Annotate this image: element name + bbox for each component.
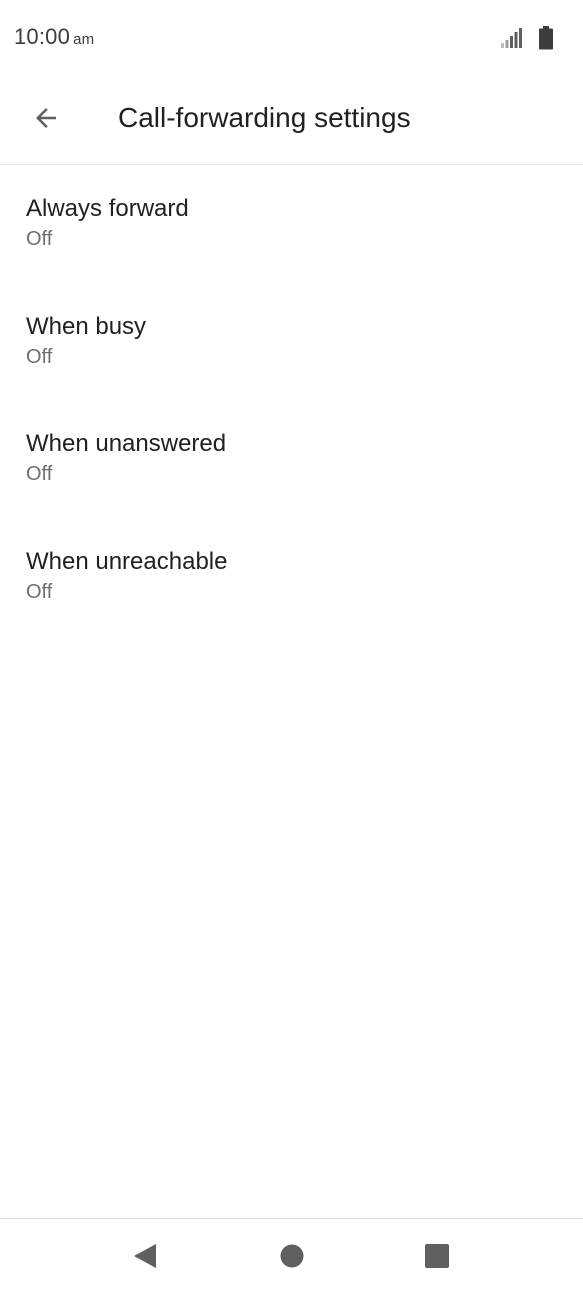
battery-icon bbox=[539, 26, 553, 55]
setting-summary: Off bbox=[26, 228, 53, 250]
app-bar: Call-forwarding settings bbox=[0, 78, 583, 165]
setting-when-unreachable[interactable]: When unreachable Off bbox=[0, 518, 583, 636]
arrow-back-icon bbox=[31, 103, 61, 138]
setting-summary: Off bbox=[26, 345, 53, 368]
nav-back-icon bbox=[132, 1242, 158, 1275]
status-time: 10:00 am bbox=[14, 24, 94, 50]
status-time-value: 10:00 bbox=[14, 24, 71, 49]
status-icons bbox=[501, 26, 553, 55]
page-title: Call-forwarding settings bbox=[118, 102, 411, 133]
setting-title: When unanswered bbox=[26, 430, 227, 457]
setting-summary: Off bbox=[26, 463, 53, 485]
nav-back-button[interactable] bbox=[120, 1233, 170, 1283]
status-bar: 10:00 am bbox=[0, 0, 583, 78]
back-button[interactable] bbox=[22, 96, 70, 144]
setting-when-unanswered[interactable]: When unanswered Off bbox=[0, 400, 583, 518]
status-time-ampm: am bbox=[73, 31, 95, 48]
nav-home-button[interactable] bbox=[267, 1233, 317, 1283]
nav-home-icon bbox=[280, 1244, 304, 1273]
setting-when-busy[interactable]: When busy Off bbox=[0, 283, 583, 401]
setting-always-forward[interactable]: Always forward Off bbox=[0, 165, 583, 283]
setting-summary: Off bbox=[26, 580, 53, 603]
settings-list: Always forward Off When busy Off When un… bbox=[0, 165, 583, 635]
nav-recents-icon bbox=[425, 1243, 449, 1273]
signal-icon bbox=[501, 28, 525, 55]
setting-title: When busy bbox=[26, 312, 147, 340]
setting-title: When unreachable bbox=[26, 547, 228, 575]
navigation-bar bbox=[0, 1218, 583, 1296]
setting-title: Always forward bbox=[26, 195, 189, 222]
nav-recents-button[interactable] bbox=[412, 1233, 462, 1283]
